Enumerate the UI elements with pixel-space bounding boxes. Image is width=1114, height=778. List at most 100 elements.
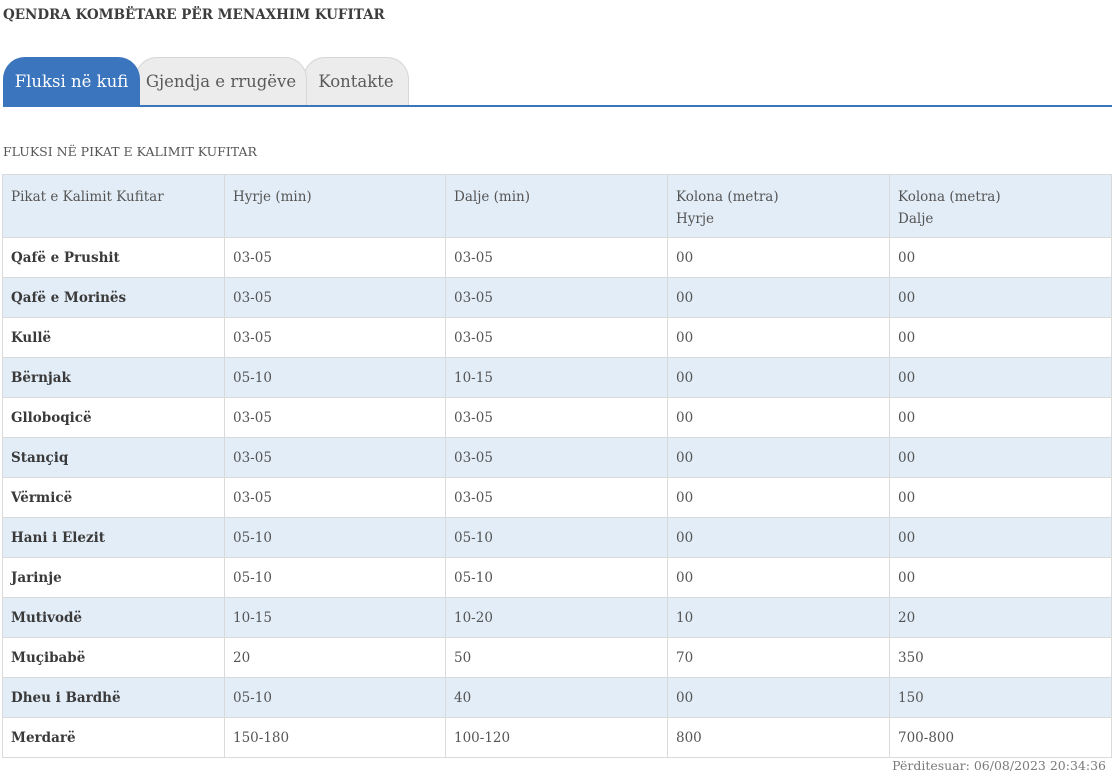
exit-time-cell: 40 (445, 677, 668, 718)
crossing-point-cell: Kullë (2, 317, 225, 358)
crossing-point-cell: Qafë e Prushit (2, 237, 225, 278)
tab-underline (3, 105, 1112, 107)
queue-exit-cell: 00 (889, 517, 1112, 558)
table-row: Merdarë 150-180 100-120 800 700-800 (2, 717, 1112, 758)
header-line: Kolona (metra) (676, 189, 779, 205)
entry-time-cell: 03-05 (224, 397, 446, 438)
table-row: Qafë e Morinës 03-05 03-05 00 00 (2, 277, 1112, 318)
section-title: FLUKSI NË PIKAT E KALIMIT KUFITAR (3, 144, 257, 159)
header-crossing-point: Pikat e Kalimit Kufitar (2, 174, 225, 238)
crossing-point-cell: Jarinje (2, 557, 225, 598)
table-row: Kullë 03-05 03-05 00 00 (2, 317, 1112, 358)
entry-time-cell: 03-05 (224, 477, 446, 518)
exit-time-cell: 100-120 (445, 717, 668, 758)
queue-entry-cell: 10 (667, 597, 890, 638)
header-line: Pikat e Kalimit Kufitar (11, 189, 164, 205)
table-row: Hani i Elezit 05-10 05-10 00 00 (2, 517, 1112, 558)
queue-entry-cell: 00 (667, 397, 890, 438)
border-flux-table: Pikat e Kalimit Kufitar Hyrje (min) Dalj… (2, 174, 1112, 758)
entry-time-cell: 20 (224, 637, 446, 678)
queue-exit-cell: 700-800 (889, 717, 1112, 758)
tab-bar: Kontakte Gjendja e rrugëve Fluksi në kuf… (3, 57, 1112, 107)
header-queue-exit: Kolona (metra) Dalje (889, 174, 1112, 238)
table-body: Qafë e Prushit 03-05 03-05 00 00 Qafë e Morin… (2, 237, 1112, 758)
exit-time-cell: 03-05 (445, 277, 668, 318)
crossing-point-cell: Merdarë (2, 717, 225, 758)
entry-time-cell: 05-10 (224, 677, 446, 718)
queue-exit-cell: 00 (889, 437, 1112, 478)
table-row: Stançiq 03-05 03-05 00 00 (2, 437, 1112, 478)
queue-exit-cell: 00 (889, 477, 1112, 518)
header-subline: Hyrje (676, 211, 715, 227)
exit-time-cell: 03-05 (445, 317, 668, 358)
queue-entry-cell: 00 (667, 557, 890, 598)
entry-time-cell: 05-10 (224, 357, 446, 398)
queue-exit-cell: 20 (889, 597, 1112, 638)
queue-exit-cell: 350 (889, 637, 1112, 678)
exit-time-cell: 03-05 (445, 397, 668, 438)
tab-gjendja-e-rrugeve[interactable]: Gjendja e rrugëve (135, 57, 307, 105)
queue-entry-cell: 00 (667, 317, 890, 358)
exit-time-cell: 10-15 (445, 357, 668, 398)
crossing-point-cell: Dheu i Bardhë (2, 677, 225, 718)
crossing-point-cell: Qafë e Morinës (2, 277, 225, 318)
queue-entry-cell: 00 (667, 517, 890, 558)
table-row: Vërmicë 03-05 03-05 00 00 (2, 477, 1112, 518)
exit-time-cell: 50 (445, 637, 668, 678)
last-updated: Përditesuar: 06/08/2023 20:34:36 (892, 758, 1106, 773)
queue-entry-cell: 00 (667, 237, 890, 278)
queue-exit-cell: 150 (889, 677, 1112, 718)
exit-time-cell: 03-05 (445, 477, 668, 518)
queue-entry-cell: 00 (667, 477, 890, 518)
queue-entry-cell: 70 (667, 637, 890, 678)
crossing-point-cell: Glloboqicë (2, 397, 225, 438)
queue-entry-cell: 00 (667, 677, 890, 718)
table-row: Qafë e Prushit 03-05 03-05 00 00 (2, 237, 1112, 278)
header-subline: Dalje (898, 211, 934, 227)
queue-exit-cell: 00 (889, 357, 1112, 398)
header-entry-min: Hyrje (min) (224, 174, 446, 238)
exit-time-cell: 03-05 (445, 237, 668, 278)
entry-time-cell: 03-05 (224, 437, 446, 478)
queue-entry-cell: 00 (667, 357, 890, 398)
table-row: Jarinje 05-10 05-10 00 00 (2, 557, 1112, 598)
header-line: Dalje (min) (454, 189, 531, 205)
table-header-row: Pikat e Kalimit Kufitar Hyrje (min) Dalj… (2, 174, 1112, 238)
entry-time-cell: 03-05 (224, 237, 446, 278)
queue-exit-cell: 00 (889, 317, 1112, 358)
table-row: Muçibabë 20 50 70 350 (2, 637, 1112, 678)
tab-kontakte[interactable]: Kontakte (303, 57, 409, 105)
entry-time-cell: 03-05 (224, 317, 446, 358)
queue-entry-cell: 00 (667, 437, 890, 478)
crossing-point-cell: Vërmicë (2, 477, 225, 518)
exit-time-cell: 05-10 (445, 517, 668, 558)
queue-entry-cell: 00 (667, 277, 890, 318)
header-queue-entry: Kolona (metra) Hyrje (667, 174, 890, 238)
crossing-point-cell: Mutivodë (2, 597, 225, 638)
queue-exit-cell: 00 (889, 237, 1112, 278)
queue-entry-cell: 800 (667, 717, 890, 758)
table-row: Mutivodë 10-15 10-20 10 20 (2, 597, 1112, 638)
entry-time-cell: 05-10 (224, 557, 446, 598)
entry-time-cell: 03-05 (224, 277, 446, 318)
crossing-point-cell: Hani i Elezit (2, 517, 225, 558)
page-title: QENDRA KOMBËTARE PËR MENAXHIM KUFITAR (3, 7, 385, 23)
entry-time-cell: 05-10 (224, 517, 446, 558)
queue-exit-cell: 00 (889, 397, 1112, 438)
header-exit-min: Dalje (min) (445, 174, 668, 238)
entry-time-cell: 150-180 (224, 717, 446, 758)
header-line: Hyrje (min) (233, 189, 312, 205)
crossing-point-cell: Muçibabë (2, 637, 225, 678)
entry-time-cell: 10-15 (224, 597, 446, 638)
table-row: Glloboqicë 03-05 03-05 00 00 (2, 397, 1112, 438)
exit-time-cell: 05-10 (445, 557, 668, 598)
queue-exit-cell: 00 (889, 557, 1112, 598)
header-line: Kolona (metra) (898, 189, 1001, 205)
queue-exit-cell: 00 (889, 277, 1112, 318)
table-row: Dheu i Bardhë 05-10 40 00 150 (2, 677, 1112, 718)
exit-time-cell: 03-05 (445, 437, 668, 478)
exit-time-cell: 10-20 (445, 597, 668, 638)
tab-fluksi-ne-kufi[interactable]: Fluksi në kufi (3, 57, 140, 105)
table-row: Bërnjak 05-10 10-15 00 00 (2, 357, 1112, 398)
crossing-point-cell: Stançiq (2, 437, 225, 478)
